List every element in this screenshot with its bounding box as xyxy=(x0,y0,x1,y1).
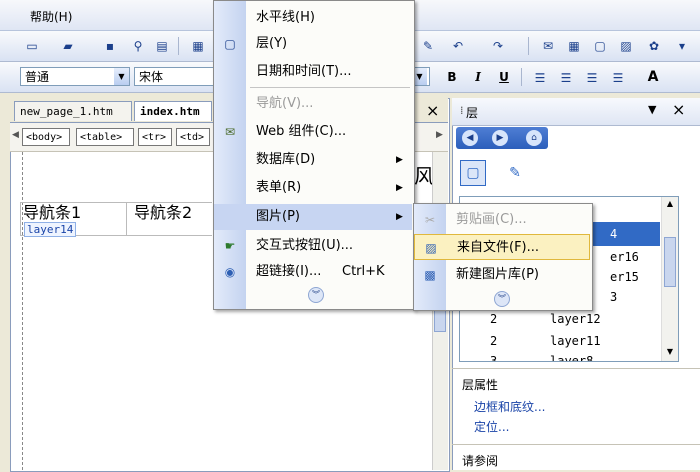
submenu-item-clip-art: ✂ 剪贴画(C)... xyxy=(414,207,590,233)
back-icon[interactable]: ◀ xyxy=(462,130,478,146)
new-page-icon[interactable]: ▭ xyxy=(22,36,42,56)
menu-item-layer[interactable]: ▢ 层(Y) xyxy=(214,31,412,57)
layer-icon: ▢ xyxy=(224,37,236,51)
tag-body[interactable]: <body> xyxy=(22,128,70,146)
italic-button[interactable]: I xyxy=(469,68,487,86)
menu-item-database[interactable]: 数据库(D) ▶ xyxy=(214,147,412,173)
nav-cell-2[interactable]: 导航条2 xyxy=(134,203,192,223)
chevron-down-icon[interactable]: ▼ xyxy=(648,103,656,116)
layer-row[interactable]: 3 layer8 xyxy=(460,349,660,361)
menu-item-horizontal-line[interactable]: 水平线(H) xyxy=(214,5,412,31)
justify-icon[interactable]: ☰ xyxy=(608,68,628,88)
nav-cell-1[interactable]: 导航条1 xyxy=(23,203,81,223)
menu-item-hyperlink[interactable]: ◉ 超链接(I)... Ctrl+K xyxy=(214,259,412,285)
globe-link-icon: ◉ xyxy=(224,265,236,279)
photo-gallery-icon: ▩ xyxy=(424,268,436,282)
picture-file-icon: ▨ xyxy=(425,241,437,255)
align-right-icon[interactable]: ☰ xyxy=(582,68,602,88)
insert-layer-icon[interactable]: ▢ xyxy=(460,160,486,186)
chevron-left-icon[interactable]: ◀ xyxy=(12,130,19,140)
insert-layer-icon[interactable]: ▢ xyxy=(590,36,610,56)
scroll-thumb[interactable] xyxy=(664,237,676,287)
chevron-right-icon: ▶ xyxy=(396,155,403,165)
style-select[interactable]: 普通 ▼ xyxy=(20,67,130,86)
tab-new-page[interactable]: new_page_1.htm xyxy=(14,101,132,121)
tag-td[interactable]: <td> xyxy=(176,128,210,146)
chevron-down-icon[interactable]: ▼ xyxy=(662,347,678,356)
insert-picture-icon[interactable]: ▨ xyxy=(616,36,636,56)
chevron-right-icon: ▶ xyxy=(396,212,403,222)
web-component-icon: ✉ xyxy=(224,125,236,139)
align-center-icon[interactable]: ☰ xyxy=(556,68,576,88)
search-icon[interactable]: ⚲ xyxy=(128,36,148,56)
panel-nav-bar: ◀ ▶ ⌂ xyxy=(456,127,548,149)
menu-item-picture[interactable]: 图片(P) ▶ xyxy=(214,204,412,230)
menu-item-web-component[interactable]: ✉ Web 组件(C)... xyxy=(214,119,412,145)
tag-tr[interactable]: <tr> xyxy=(138,128,172,146)
borders-shading-link[interactable]: 边框和底纹... xyxy=(474,398,545,415)
chevron-double-down-icon[interactable]: ︾ xyxy=(308,287,324,303)
forward-icon[interactable]: ▶ xyxy=(492,130,508,146)
undo-icon[interactable]: ↶ xyxy=(448,36,468,56)
page-body xyxy=(22,152,213,470)
chevron-up-icon[interactable]: ▲ xyxy=(662,199,678,208)
draw-layer-icon[interactable]: ✎ xyxy=(502,160,528,186)
home-icon[interactable]: ⌂ xyxy=(526,130,542,146)
position-link[interactable]: 定位... xyxy=(474,418,509,435)
layer-scrollbar[interactable]: ▲ ▼ xyxy=(661,197,678,361)
drawing-icon[interactable]: ✿ xyxy=(644,36,664,56)
menu-item-interactive-button[interactable]: ☛ 交互式按钮(U)... xyxy=(214,233,412,259)
web-component-icon[interactable]: ✉ xyxy=(538,36,558,56)
interactive-button-icon: ☛ xyxy=(224,239,236,253)
format-painter-icon[interactable]: ✎ xyxy=(418,36,438,56)
menu-item-form[interactable]: 表单(R) ▶ xyxy=(214,175,412,201)
chevron-right-icon[interactable]: ▶ xyxy=(436,130,443,140)
insert-menu: 水平线(H) ▢ 层(Y) 日期和时间(T)... 导航(V)... ✉ Web 组… xyxy=(213,0,415,310)
close-icon[interactable]: × xyxy=(672,100,685,119)
menu-item-navigation: 导航(V)... xyxy=(256,96,314,111)
open-folder-icon[interactable]: ▰ xyxy=(58,36,78,56)
menu-item-date-time[interactable]: 日期和时间(T)... xyxy=(214,59,412,85)
font-select[interactable]: 宋体 xyxy=(134,67,224,86)
tag-table[interactable]: <table> xyxy=(76,128,134,146)
chevron-down-icon[interactable]: ▼ xyxy=(114,68,129,85)
bold-button[interactable]: B xyxy=(443,68,461,86)
chevron-right-icon: ▶ xyxy=(396,183,403,193)
partial-heading: 风 xyxy=(414,164,434,188)
align-left-icon[interactable]: ☰ xyxy=(530,68,550,88)
doc-scrollbar[interactable] xyxy=(432,152,448,470)
preview-icon[interactable]: ▦ xyxy=(188,36,208,56)
print-icon[interactable]: ▤ xyxy=(152,36,172,56)
submenu-item-from-file[interactable]: ▨ 来自文件(F)... xyxy=(414,234,590,260)
panel-title: 层 xyxy=(466,106,479,120)
panel-header: ⁞ 层 ▼ × xyxy=(452,98,700,126)
clip-art-icon: ✂ xyxy=(424,213,436,227)
see-also-heading: 请参阅 xyxy=(462,454,499,468)
redo-icon[interactable]: ↷ xyxy=(488,36,508,56)
submenu-item-new-gallery[interactable]: ▩ 新建图片库(P) xyxy=(414,262,590,288)
close-icon[interactable]: × xyxy=(426,101,439,120)
menu-help[interactable]: 帮助(H) xyxy=(30,8,72,25)
increase-font-button[interactable]: A xyxy=(644,68,662,86)
tab-index[interactable]: index.htm xyxy=(134,101,212,121)
picture-submenu: ✂ 剪贴画(C)... ▨ 来自文件(F)... ▩ 新建图片库(P) ︾ xyxy=(413,203,593,311)
chevron-double-down-icon[interactable]: ︾ xyxy=(494,291,510,307)
save-icon[interactable]: ▪ xyxy=(100,36,120,56)
insert-table-icon[interactable]: ▦ xyxy=(564,36,584,56)
layer-properties-heading: 层属性 xyxy=(462,378,499,392)
layer-label[interactable]: layer14 xyxy=(24,222,77,237)
underline-button[interactable]: U xyxy=(495,68,513,86)
chevron-down-icon[interactable]: ▾ xyxy=(672,36,692,56)
